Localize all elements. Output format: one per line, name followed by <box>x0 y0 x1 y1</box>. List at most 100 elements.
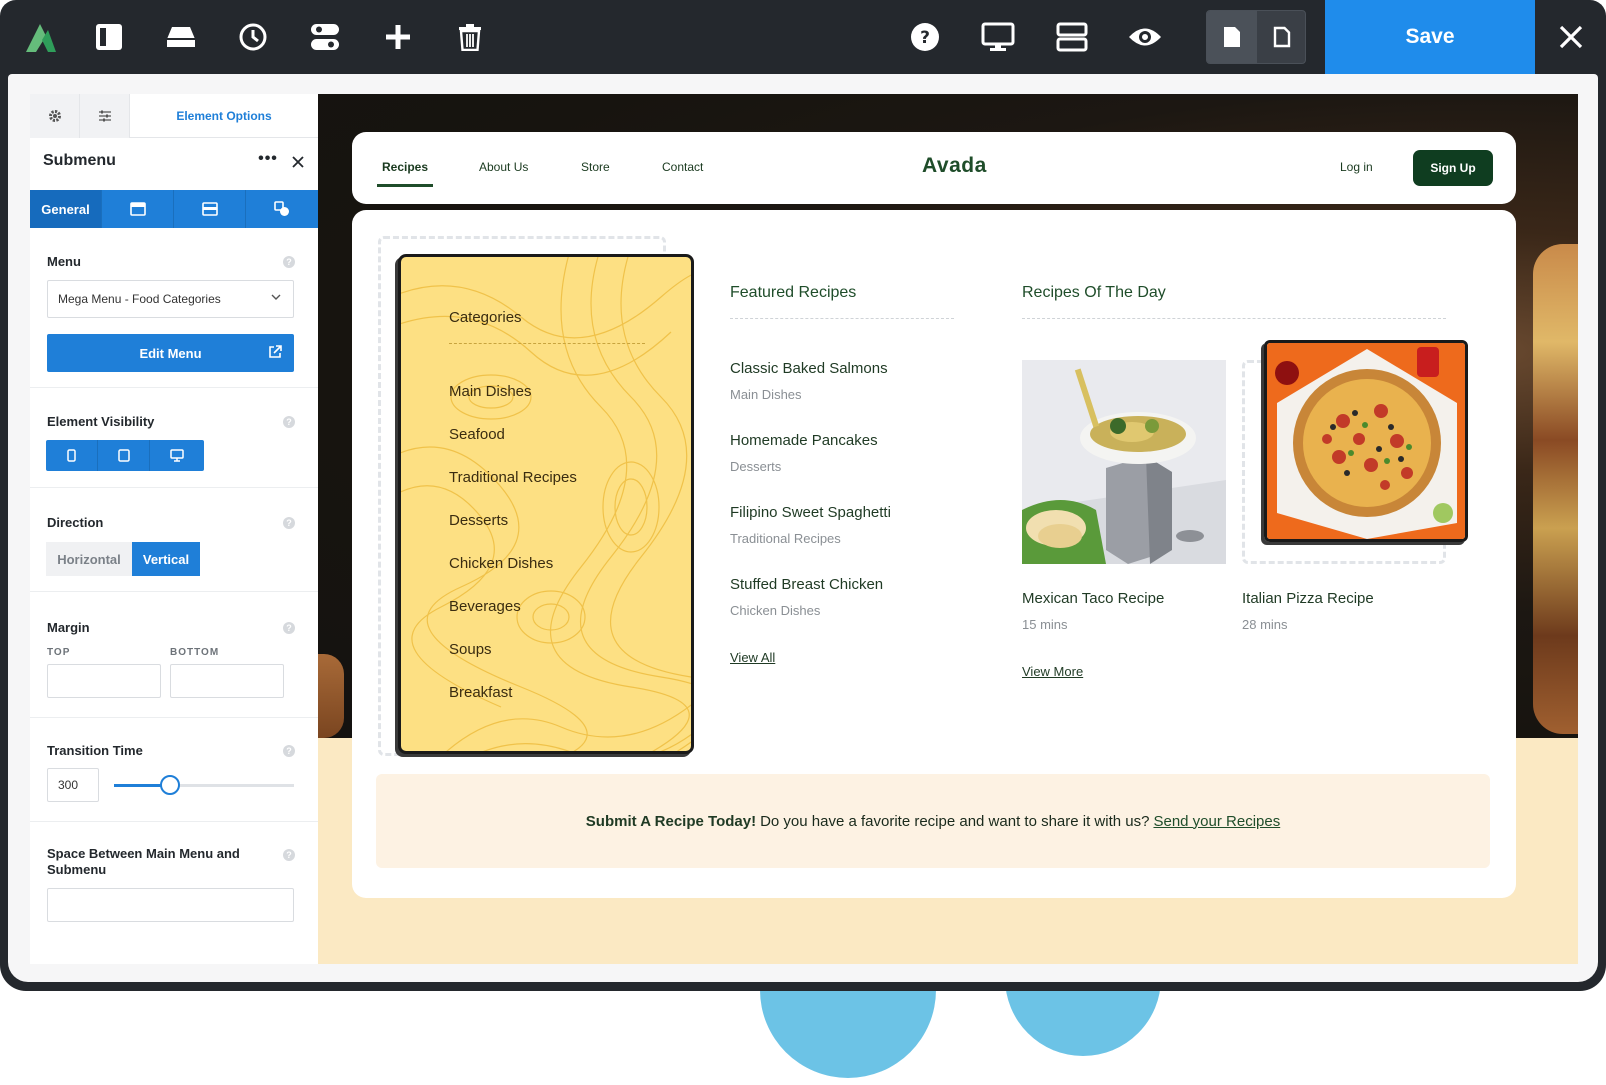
nav-about[interactable]: About Us <box>479 160 528 174</box>
site-header: Recipes About Us Store Contact Avada Log… <box>352 132 1516 204</box>
close-icon[interactable] <box>1550 16 1592 58</box>
menu-select[interactable]: Mega Menu - Food Categories <box>47 280 294 318</box>
send-recipes-link[interactable]: Send your Recipes <box>1153 813 1280 830</box>
banner-lead: Submit A Recipe Today! <box>585 812 757 830</box>
help-icon[interactable]: ? <box>283 622 295 634</box>
avada-logo-icon[interactable] <box>20 16 62 58</box>
help-icon[interactable]: ? <box>283 745 295 757</box>
featured-recipe-title[interactable]: Homemade Pancakes <box>730 432 878 449</box>
category-link[interactable]: Breakfast <box>449 684 512 701</box>
margin-bottom-label: BOTTOM <box>170 647 220 658</box>
extras-tab-icon[interactable] <box>246 190 318 228</box>
more-options-button[interactable]: ••• <box>256 150 280 174</box>
tab-general[interactable]: General <box>30 190 102 228</box>
category-link[interactable]: Beverages <box>449 598 521 615</box>
submit-recipe-banner: Submit A Recipe Today! Do you have a fav… <box>376 774 1490 868</box>
category-link[interactable]: Desserts <box>449 512 508 529</box>
day-recipe-title[interactable]: Italian Pizza Recipe <box>1242 590 1374 607</box>
gear-icon[interactable] <box>30 94 80 138</box>
featured-heading: Featured Recipes <box>730 284 857 301</box>
site-logo[interactable]: Avada <box>922 154 987 178</box>
save-button[interactable]: Save <box>1325 0 1535 74</box>
trash-icon[interactable] <box>449 16 491 58</box>
slider-handle[interactable] <box>160 775 180 795</box>
visibility-label: Element Visibility <box>47 414 155 429</box>
layout-icon[interactable] <box>1051 16 1093 58</box>
topographic-pattern <box>401 257 691 751</box>
page-outline-icon[interactable] <box>1257 11 1307 63</box>
pizza-recipe-image[interactable] <box>1264 340 1468 542</box>
category-link[interactable]: Soups <box>449 641 492 658</box>
tablet-icon[interactable] <box>98 440 150 471</box>
nav-store[interactable]: Store <box>581 160 610 174</box>
desktop-icon[interactable] <box>150 440 204 471</box>
sliders-icon[interactable] <box>80 94 130 138</box>
close-panel-icon[interactable] <box>286 150 310 174</box>
eye-icon[interactable] <box>1124 16 1166 58</box>
recipes-of-day-heading: Recipes Of The Day <box>1022 284 1166 301</box>
help-icon[interactable]: ? <box>283 416 295 428</box>
view-all-link[interactable]: View All <box>730 650 775 665</box>
design-tab-icon[interactable] <box>102 190 174 228</box>
divider <box>730 318 954 319</box>
margin-top-input[interactable] <box>47 664 161 698</box>
food-background <box>1533 244 1578 734</box>
svg-text:?: ? <box>920 28 930 48</box>
direction-vertical-button[interactable]: Vertical <box>132 542 200 576</box>
edit-menu-button[interactable]: Edit Menu <box>47 334 294 372</box>
transition-slider[interactable] <box>114 784 294 787</box>
external-link-icon <box>269 345 282 358</box>
nav-recipes[interactable]: Recipes <box>382 160 428 174</box>
category-link[interactable]: Seafood <box>449 426 505 443</box>
taco-recipe-image[interactable] <box>1022 360 1226 564</box>
direction-section <box>30 488 318 592</box>
view-more-link[interactable]: View More <box>1022 664 1083 679</box>
typography-tab-icon[interactable] <box>174 190 246 228</box>
add-icon[interactable] <box>377 16 419 58</box>
transition-label: Transition Time <box>47 743 143 758</box>
category-link[interactable]: Chicken Dishes <box>449 555 553 572</box>
settings-toggle-icon[interactable] <box>304 16 346 58</box>
tab-element-options[interactable]: Element Options <box>130 94 318 138</box>
nav-contact[interactable]: Contact <box>662 160 703 174</box>
page-icon[interactable] <box>1207 11 1257 63</box>
space-input[interactable] <box>47 888 294 922</box>
category-link[interactable]: Traditional Recipes <box>449 469 577 486</box>
chevron-down-icon <box>271 294 281 300</box>
sidebar-toggle-icon[interactable] <box>88 16 130 58</box>
panel-title: Submenu <box>43 152 116 169</box>
help-icon[interactable]: ? <box>283 256 295 268</box>
direction-horizontal-button[interactable]: Horizontal <box>46 542 132 576</box>
edit-menu-label: Edit Menu <box>139 345 202 361</box>
margin-bottom-input[interactable] <box>170 664 284 698</box>
help-icon[interactable]: ? <box>283 849 295 861</box>
builder-toolbar: ? Save <box>0 0 1606 74</box>
builder-canvas: Element Options Submenu ••• General Menu… <box>8 74 1598 982</box>
element-options-panel: Element Options Submenu ••• General Menu… <box>30 94 318 964</box>
categories-card: Categories Main Dishes Seafood Tradition… <box>398 254 694 754</box>
mobile-icon[interactable] <box>46 440 98 471</box>
library-icon[interactable] <box>160 16 202 58</box>
day-recipe-time: 15 mins <box>1022 617 1068 632</box>
menu-select-value: Mega Menu - Food Categories <box>58 292 221 306</box>
food-background <box>318 654 344 738</box>
login-link[interactable]: Log in <box>1340 160 1373 174</box>
featured-recipe-title[interactable]: Stuffed Breast Chicken <box>730 576 883 593</box>
featured-recipe-title[interactable]: Classic Baked Salmons <box>730 360 888 377</box>
category-link[interactable]: Main Dishes <box>449 383 532 400</box>
help-icon[interactable]: ? <box>904 16 946 58</box>
history-icon[interactable] <box>232 16 274 58</box>
help-icon[interactable]: ? <box>283 517 295 529</box>
desktop-preview-icon[interactable] <box>977 16 1019 58</box>
active-nav-indicator <box>377 184 433 187</box>
builder-window: ? Save Element Options Submenu ••• Gener… <box>0 0 1606 991</box>
visibility-toggle-group <box>46 440 204 471</box>
day-recipe-title[interactable]: Mexican Taco Recipe <box>1022 590 1164 607</box>
signup-button[interactable]: Sign Up <box>1413 150 1493 186</box>
featured-recipe-category: Traditional Recipes <box>730 531 841 546</box>
margin-label: Margin <box>47 620 90 635</box>
margin-top-label: TOP <box>47 647 71 658</box>
featured-recipe-title[interactable]: Filipino Sweet Spaghetti <box>730 504 891 521</box>
transition-time-input[interactable]: 300 <box>47 768 99 802</box>
menu-label: Menu <box>47 254 81 269</box>
